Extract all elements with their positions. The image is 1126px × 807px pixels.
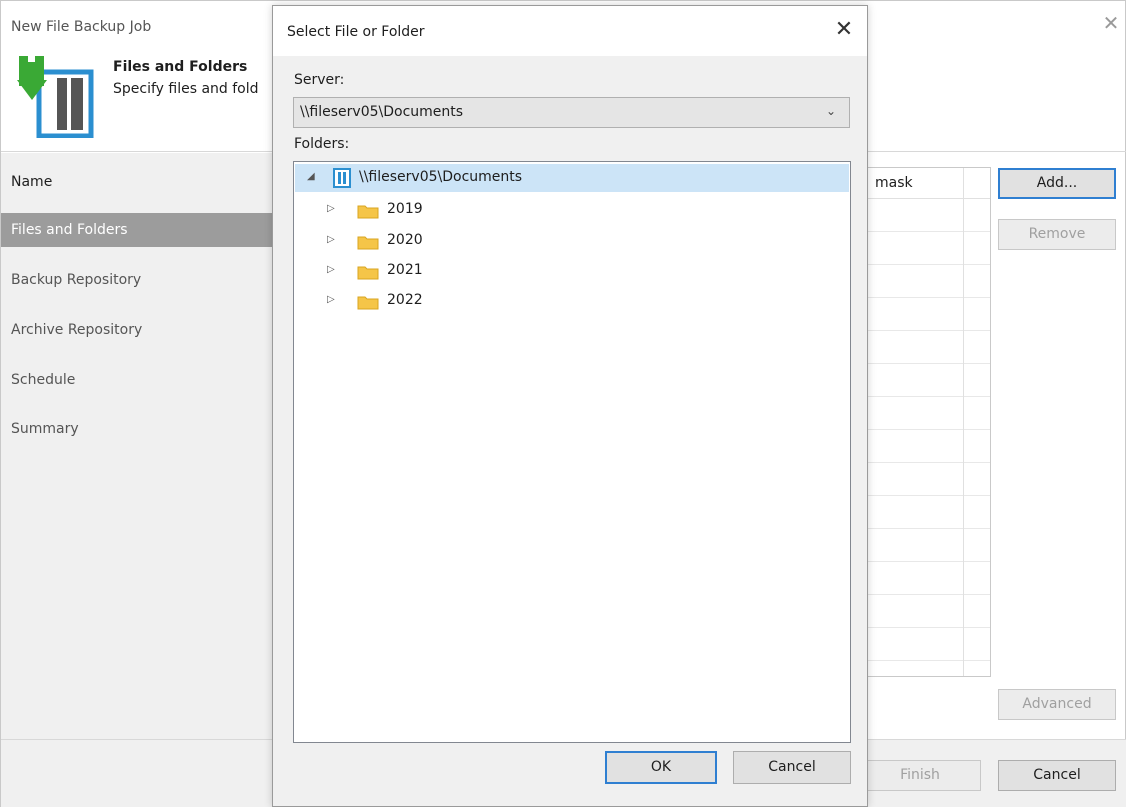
tree-node-root-label: \\fileserv05\Documents [359, 169, 523, 185]
tree-node-root[interactable]: ◢ \\fileserv05\Documents [295, 164, 849, 192]
tree-node-folder[interactable]: ▷ 2020 [295, 227, 849, 255]
wizard-title: New File Backup Job [11, 19, 152, 35]
nav-item-archive-repository[interactable]: Archive Repository [1, 313, 277, 347]
folder-icon [357, 266, 379, 280]
expand-triangle-icon[interactable]: ▷ [327, 264, 335, 275]
grid-column-separator [963, 168, 964, 676]
folders-label: Folders: [294, 136, 350, 152]
ok-button[interactable]: OK [605, 751, 717, 784]
server-dropdown-value: \\fileserv05\Documents [300, 104, 464, 120]
wizard-steps-nav: Name Files and Folders Backup Repository… [1, 153, 277, 739]
server-label: Server: [294, 72, 345, 88]
nav-item-name[interactable]: Name [1, 165, 277, 199]
wizard-cancel-button[interactable]: Cancel [998, 760, 1116, 791]
chevron-down-icon: ⌄ [826, 104, 837, 118]
tree-node-folder-label: 2021 [387, 262, 423, 278]
folders-tree[interactable]: ◢ \\fileserv05\Documents ▷ 2019 ▷ 2020 ▷ [293, 161, 851, 743]
advanced-button[interactable]: Advanced [998, 689, 1116, 720]
finish-button[interactable]: Finish [859, 760, 981, 791]
tree-node-folder-label: 2020 [387, 232, 423, 248]
tree-node-folder[interactable]: ▷ 2021 [295, 257, 849, 285]
grid-header: mask [861, 168, 990, 199]
select-file-or-folder-dialog: Select File or Folder ✕ Server: \\filese… [272, 5, 868, 807]
folder-icon [357, 236, 379, 250]
folder-icon [357, 296, 379, 310]
wizard-close-icon[interactable]: ✕ [1101, 13, 1121, 33]
nav-item-summary[interactable]: Summary [1, 412, 277, 446]
tree-node-folder-label: 2022 [387, 292, 423, 308]
expand-triangle-icon[interactable]: ▷ [327, 203, 335, 214]
collapse-triangle-icon[interactable]: ◢ [307, 171, 315, 182]
files-folders-grid[interactable]: mask [861, 167, 991, 677]
file-share-icon [333, 168, 351, 188]
expand-triangle-icon[interactable]: ▷ [327, 294, 335, 305]
file-backup-icon [17, 56, 94, 138]
folder-icon [357, 205, 379, 219]
dialog-titlebar: Select File or Folder ✕ [273, 6, 867, 56]
server-dropdown[interactable]: \\fileserv05\Documents ⌄ [293, 97, 850, 128]
expand-triangle-icon[interactable]: ▷ [327, 234, 335, 245]
page-heading: Files and Folders [113, 59, 248, 75]
remove-button[interactable]: Remove [998, 219, 1116, 250]
tree-node-folder-label: 2019 [387, 201, 423, 217]
grid-column-mask[interactable]: mask [875, 175, 913, 191]
nav-item-files-and-folders[interactable]: Files and Folders [1, 213, 277, 247]
page-subheading: Specify files and fold [113, 81, 259, 97]
nav-item-backup-repository[interactable]: Backup Repository [1, 263, 277, 297]
add-button[interactable]: Add... [998, 168, 1116, 199]
nav-item-schedule[interactable]: Schedule [1, 363, 277, 397]
tree-node-folder[interactable]: ▷ 2019 [295, 196, 849, 224]
dialog-close-icon[interactable]: ✕ [833, 19, 855, 41]
tree-node-folder[interactable]: ▷ 2022 [295, 287, 849, 315]
dialog-title: Select File or Folder [287, 24, 425, 40]
dialog-cancel-button[interactable]: Cancel [733, 751, 851, 784]
